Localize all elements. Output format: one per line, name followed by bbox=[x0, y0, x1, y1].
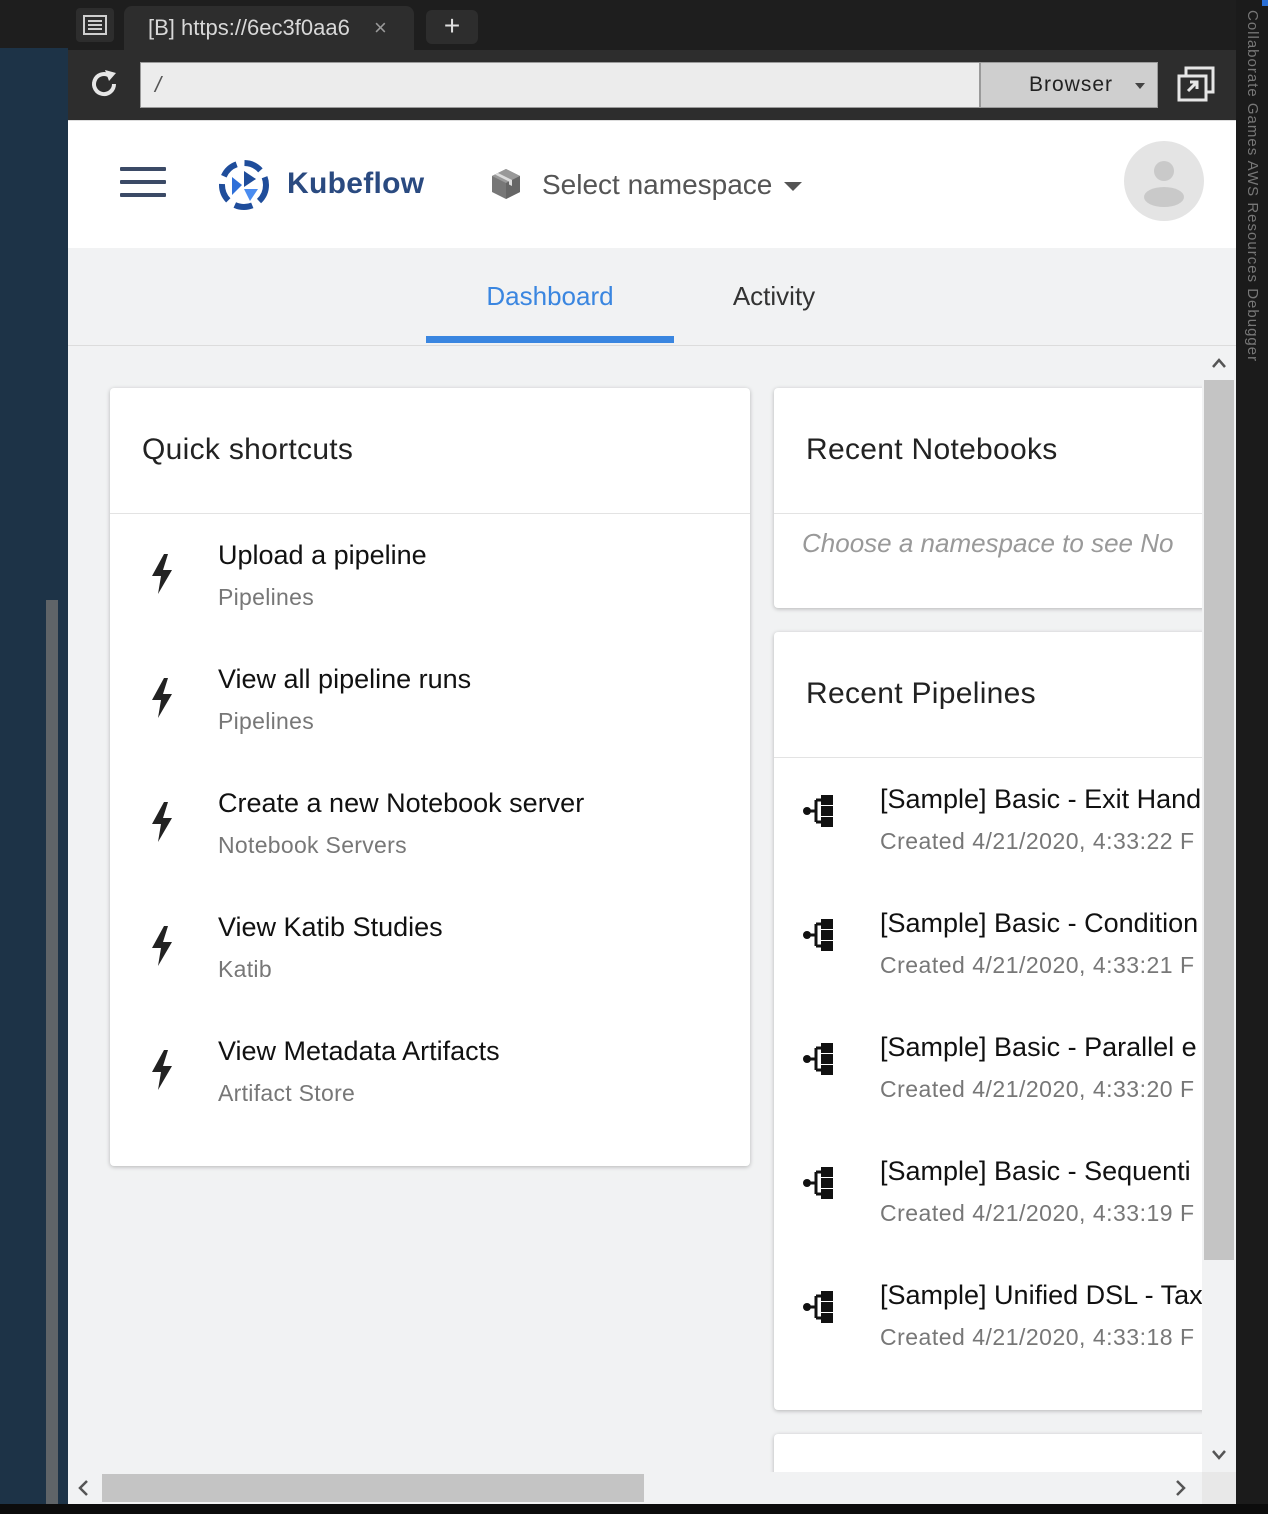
vertical-scrollbar[interactable] bbox=[1202, 346, 1236, 1472]
bolt-icon bbox=[152, 678, 172, 718]
shortcut-item[interactable]: View Katib Studies Katib bbox=[110, 886, 750, 1010]
notebooks-empty-message: Choose a namespace to see No bbox=[802, 528, 1174, 558]
tab-activity[interactable]: Activity bbox=[674, 248, 874, 344]
pipeline-item[interactable]: [Sample] Basic - Parallel e Created 4/21… bbox=[774, 1006, 1202, 1130]
browser-tab-bar: [B] https://6ec3f0aa6 × + bbox=[68, 0, 1236, 50]
pipeline-icon bbox=[803, 919, 833, 951]
pipeline-icon bbox=[803, 1167, 833, 1199]
chevron-left-icon[interactable] bbox=[78, 1480, 88, 1496]
side-panel-labels[interactable]: Collaborate Games AWS Resources Debugger bbox=[1244, 10, 1261, 362]
left-panel-scrollbar[interactable] bbox=[46, 600, 58, 1504]
shortcut-subtitle: Notebook Servers bbox=[218, 832, 407, 858]
chevron-up-icon[interactable] bbox=[1212, 358, 1226, 368]
shortcut-item[interactable]: Upload a pipeline Pipelines bbox=[110, 514, 750, 638]
pipeline-title: [Sample] Basic - Parallel e bbox=[880, 1032, 1197, 1062]
app-header: Kubeflow Select namespace bbox=[68, 120, 1236, 248]
shortcut-item[interactable]: View Metadata Artifacts Artifact Store bbox=[110, 1010, 750, 1134]
left-editor-panel bbox=[0, 0, 68, 1514]
shortcut-title: View all pipeline runs bbox=[218, 664, 472, 694]
pipeline-title: [Sample] Basic - Condition bbox=[880, 908, 1199, 938]
shortcut-title: Create a new Notebook server bbox=[218, 788, 585, 818]
browser-tab-title: [B] https://6ec3f0aa6 bbox=[148, 15, 350, 40]
shortcut-subtitle: Pipelines bbox=[218, 708, 315, 734]
horizontal-scroll-thumb[interactable] bbox=[102, 1474, 644, 1502]
close-tab-icon[interactable]: × bbox=[374, 15, 387, 41]
popout-icon bbox=[1177, 66, 1215, 102]
shortcut-title: View Katib Studies bbox=[218, 912, 443, 942]
chevron-down-icon bbox=[1135, 83, 1145, 89]
next-card-partial bbox=[774, 1434, 1202, 1472]
window-bottom-edge bbox=[68, 1504, 1268, 1514]
url-input[interactable]: / bbox=[140, 62, 980, 108]
pipeline-title: [Sample] Basic - Sequenti bbox=[880, 1156, 1191, 1186]
pipeline-item[interactable]: [Sample] Basic - Condition Created 4/21/… bbox=[774, 882, 1202, 1006]
pipeline-icon bbox=[803, 1291, 833, 1323]
tab-dashboard[interactable]: Dashboard bbox=[426, 248, 674, 344]
shortcut-subtitle: Pipelines bbox=[218, 584, 315, 610]
recent-notebooks-card: Recent Notebooks Choose a namespace to s… bbox=[774, 388, 1202, 608]
shortcut-subtitle: Katib bbox=[218, 956, 272, 982]
bolt-icon bbox=[152, 1050, 172, 1090]
reload-button[interactable] bbox=[84, 64, 124, 104]
browser-select-dropdown[interactable]: Browser bbox=[980, 62, 1158, 108]
shortcut-title: Upload a pipeline bbox=[218, 540, 427, 570]
recent-pipelines-card: Recent Pipelines [Sample] Basic - Exit H… bbox=[774, 632, 1202, 1410]
shortcut-subtitle: Artifact Store bbox=[218, 1080, 356, 1106]
popout-button[interactable] bbox=[1174, 64, 1218, 104]
bolt-icon bbox=[152, 554, 172, 594]
vertical-scroll-thumb[interactable] bbox=[1204, 380, 1234, 1260]
account-avatar-icon[interactable] bbox=[1124, 141, 1204, 221]
cube-icon bbox=[492, 169, 520, 199]
pipeline-item[interactable]: [Sample] Basic - Sequenti Created 4/21/2… bbox=[774, 1130, 1202, 1254]
kubeflow-logo[interactable] bbox=[218, 159, 270, 211]
brand-name[interactable]: Kubeflow bbox=[287, 167, 424, 201]
namespace-selector[interactable]: Select namespace bbox=[542, 169, 772, 201]
active-tab-indicator bbox=[426, 336, 674, 343]
bolt-icon bbox=[152, 802, 172, 842]
pipeline-item[interactable]: [Sample] Basic - Exit Hand Created 4/21/… bbox=[774, 758, 1202, 882]
pipeline-created: Created 4/21/2020, 4:33:20 F bbox=[880, 1076, 1195, 1102]
chevron-right-icon[interactable] bbox=[1176, 1480, 1186, 1496]
shortcut-item[interactable]: View all pipeline runs Pipelines bbox=[110, 638, 750, 762]
card-title: Recent Pipelines bbox=[774, 632, 1202, 758]
pipeline-created: Created 4/21/2020, 4:33:22 F bbox=[880, 828, 1195, 854]
pipeline-created: Created 4/21/2020, 4:33:18 F bbox=[880, 1324, 1195, 1350]
tab-list-button[interactable] bbox=[76, 8, 114, 42]
pipeline-title: [Sample] Unified DSL - Tax bbox=[880, 1280, 1202, 1310]
browser-tab[interactable]: [B] https://6ec3f0aa6 × bbox=[124, 6, 414, 50]
pipeline-title: [Sample] Basic - Exit Hand bbox=[880, 784, 1202, 814]
pipeline-created: Created 4/21/2020, 4:33:21 F bbox=[880, 952, 1195, 978]
hamburger-icon[interactable] bbox=[120, 167, 166, 201]
pipeline-icon bbox=[803, 795, 833, 827]
app-viewport: Kubeflow Select namespace Dashboard Acti… bbox=[68, 120, 1236, 1504]
card-title: Quick shortcuts bbox=[110, 388, 750, 514]
tab-list-icon bbox=[83, 15, 107, 35]
browser-select-label: Browser bbox=[1029, 73, 1114, 96]
pipeline-item[interactable]: [Sample] Unified DSL - Tax Created 4/21/… bbox=[774, 1254, 1202, 1378]
right-side-panel: Collaborate Games AWS Resources Debugger bbox=[1236, 0, 1268, 1514]
reload-icon bbox=[92, 70, 117, 97]
browser-address-bar: / Browser bbox=[68, 50, 1236, 120]
new-tab-button[interactable]: + bbox=[426, 10, 478, 44]
scrollbar-corner bbox=[1202, 1472, 1236, 1504]
horizontal-scrollbar[interactable] bbox=[68, 1472, 1202, 1504]
dashboard-content: Quick shortcuts Upload a pipeline Pipeli… bbox=[68, 346, 1202, 1472]
pipeline-created: Created 4/21/2020, 4:33:19 F bbox=[880, 1200, 1195, 1226]
bolt-icon bbox=[152, 926, 172, 966]
chevron-down-icon[interactable] bbox=[784, 182, 802, 191]
quick-shortcuts-card: Quick shortcuts Upload a pipeline Pipeli… bbox=[110, 388, 750, 1166]
chevron-down-icon[interactable] bbox=[1212, 1450, 1226, 1460]
shortcut-item[interactable]: Create a new Notebook server Notebook Se… bbox=[110, 762, 750, 886]
pipeline-icon bbox=[803, 1043, 833, 1075]
card-title: Recent Notebooks bbox=[774, 388, 1202, 514]
main-tabs: Dashboard Activity bbox=[68, 248, 1236, 346]
shortcut-title: View Metadata Artifacts bbox=[218, 1036, 500, 1066]
